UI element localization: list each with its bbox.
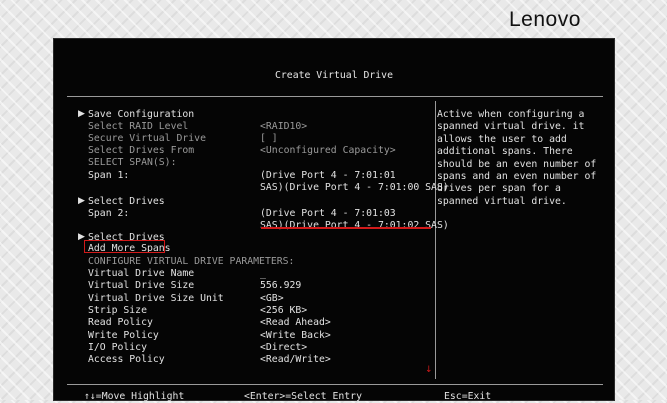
io-policy-label: I/O Policy (88, 342, 147, 353)
annotation-underline (261, 227, 431, 229)
raid-level-label: Select RAID Level (88, 121, 189, 132)
lenovo-logo: Lenovo (509, 8, 581, 31)
span-2-drives-line1: (Drive Port 4 - 7:01:03 (260, 208, 396, 219)
secure-drive-label: Secure Virtual Drive (88, 133, 206, 144)
vd-name-label: Virtual Drive Name (88, 268, 195, 279)
save-configuration-item[interactable]: Save Configuration (88, 109, 194, 121)
strip-size-select[interactable]: <256 KB> (260, 305, 307, 317)
footer-exit-hint: Esc=Exit (444, 391, 492, 402)
write-policy-select[interactable]: <Write Back> (260, 330, 331, 342)
help-text: Active when configuring a spanned virtua… (437, 109, 597, 207)
strip-size-label: Strip Size (88, 305, 147, 316)
footer-move-hint: ↑↓=Move Highlight (84, 391, 185, 402)
top-divider (67, 96, 603, 97)
help-divider (435, 101, 436, 379)
read-policy-label: Read Policy (88, 317, 153, 328)
vd-size-unit-label: Virtual Drive Size Unit (88, 293, 224, 304)
span-2-label: Span 2: (88, 208, 130, 219)
submenu-arrow-icon: ▶ (78, 196, 85, 206)
bios-screen: Create Virtual Drive ▶ Save Configuratio… (54, 39, 614, 402)
io-policy-select[interactable]: <Direct> (260, 342, 307, 354)
scroll-down-icon: ↓ (425, 365, 433, 375)
submenu-arrow-icon: ▶ (78, 109, 85, 119)
vd-name-input[interactable]: _ (260, 268, 266, 280)
vd-size-input[interactable]: 556.929 (260, 280, 301, 292)
read-policy-select[interactable]: <Read Ahead> (260, 317, 331, 329)
write-policy-label: Write Policy (88, 330, 159, 341)
vd-parameters-heading: CONFIGURE VIRTUAL DRIVE PARAMETERS: (88, 256, 295, 267)
drives-from-label: Select Drives From (88, 145, 195, 156)
add-more-spans-highlight (84, 240, 165, 253)
access-policy-select[interactable]: <Read/Write> (260, 354, 331, 366)
drives-from-select[interactable]: <Unconfigured Capacity> (260, 145, 396, 157)
access-policy-label: Access Policy (88, 354, 165, 365)
select-drives-span1-item[interactable]: Select Drives (88, 196, 165, 208)
span-1-drives-line2: SAS)(Drive Port 4 - 7:01:00 SAS) (260, 182, 449, 193)
select-spans-heading: SELECT SPAN(S): (88, 157, 177, 168)
secure-drive-checkbox[interactable]: [ ] (260, 133, 278, 145)
footer-select-hint: <Enter>=Select Entry (244, 391, 362, 402)
raid-level-select[interactable]: <RAID10> (260, 121, 307, 133)
span-1-drives-line1: (Drive Port 4 - 7:01:01 (260, 170, 396, 181)
span-1-label: Span 1: (88, 170, 130, 181)
bottom-divider (67, 384, 603, 385)
page-title: Create Virtual Drive (275, 70, 393, 81)
vd-size-label: Virtual Drive Size (88, 280, 195, 291)
vd-size-unit-select[interactable]: <GB> (260, 293, 284, 305)
